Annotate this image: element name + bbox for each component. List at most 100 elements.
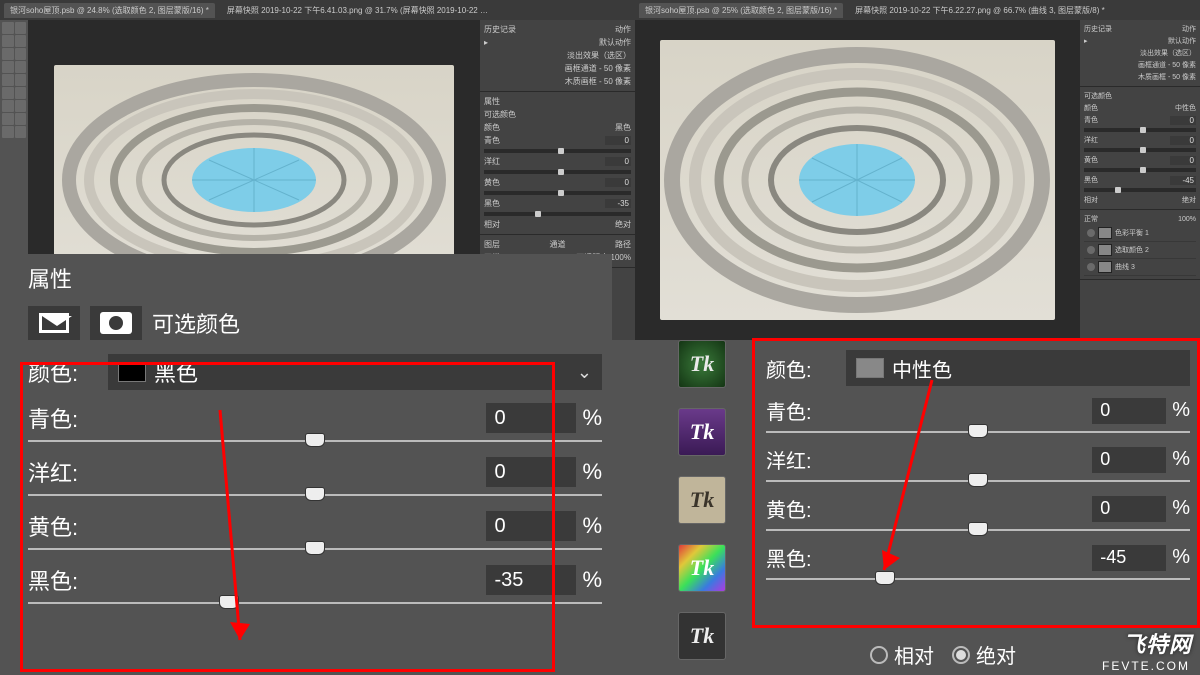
slider-value[interactable] bbox=[605, 136, 631, 145]
panel-tab[interactable]: 历史记录 bbox=[484, 24, 516, 35]
slider-thumb[interactable] bbox=[875, 571, 895, 585]
dropdown[interactable]: 黑色 bbox=[615, 122, 631, 133]
slider-track[interactable] bbox=[766, 529, 1190, 531]
slider-input[interactable] bbox=[1092, 447, 1166, 473]
slider-track[interactable] bbox=[766, 480, 1190, 482]
tool-icon[interactable] bbox=[2, 35, 14, 47]
action-item[interactable]: 默认动作 bbox=[1168, 36, 1196, 46]
slider-input[interactable] bbox=[486, 403, 576, 433]
slider-cyan: 青色: % bbox=[756, 394, 1200, 443]
tool-icon[interactable] bbox=[15, 87, 27, 99]
slider-track[interactable] bbox=[766, 578, 1190, 580]
action-item[interactable]: 木质画框 - 50 像素 bbox=[565, 76, 631, 87]
radio-option[interactable]: 相对 bbox=[484, 219, 500, 230]
dropdown[interactable]: 中性色 bbox=[1175, 103, 1196, 113]
tool-icon[interactable] bbox=[2, 61, 14, 73]
tool-icon[interactable] bbox=[15, 113, 27, 125]
tk-icon[interactable]: Tk bbox=[678, 612, 726, 660]
panel-tab[interactable]: 属性 bbox=[484, 96, 500, 107]
method-radios: 相对 绝对 bbox=[870, 640, 1016, 669]
adjustment-name: 可选颜色 bbox=[152, 307, 240, 339]
slider-thumb[interactable] bbox=[219, 595, 239, 609]
tool-icon[interactable] bbox=[2, 126, 14, 138]
action-item[interactable]: 木质画框 - 50 像素 bbox=[1138, 72, 1196, 82]
tk-icon[interactable]: Tk bbox=[678, 408, 726, 456]
slider-track[interactable] bbox=[766, 431, 1190, 433]
slider-input[interactable] bbox=[486, 565, 576, 595]
mask-icon[interactable] bbox=[90, 306, 142, 340]
tool-icon[interactable] bbox=[15, 126, 27, 138]
slider-track[interactable] bbox=[28, 548, 602, 550]
action-item[interactable]: 默认动作 bbox=[599, 37, 631, 48]
dropdown-value: 黑色 bbox=[154, 356, 198, 388]
slider-label: 黑色 bbox=[484, 198, 500, 209]
panel-tab[interactable]: 通道 bbox=[550, 239, 566, 250]
slider-thumb[interactable] bbox=[305, 433, 325, 447]
action-item[interactable]: 淡出效果（选区） bbox=[567, 50, 631, 61]
tk-icon[interactable]: Tk bbox=[678, 476, 726, 524]
tool-icon[interactable] bbox=[15, 74, 27, 86]
radio-option[interactable]: 绝对 bbox=[615, 219, 631, 230]
layer[interactable]: 曲线 3 bbox=[1115, 262, 1135, 272]
colors-dropdown[interactable]: 黑色 ⌄ bbox=[108, 354, 602, 390]
swatch-icon bbox=[856, 358, 884, 378]
radio-relative[interactable]: 相对 bbox=[870, 640, 934, 669]
slider-input[interactable] bbox=[1092, 398, 1166, 424]
slider-track[interactable] bbox=[28, 602, 602, 604]
slider-thumb[interactable] bbox=[968, 424, 988, 438]
properties-panel-right: 颜色: 中性色 青色: % 洋红: % 黄色: % 黑色: % bbox=[756, 342, 1200, 658]
panel-tab[interactable]: 历史记录 bbox=[1084, 24, 1112, 34]
document-tab[interactable]: 银河soho屋顶.psb @ 25% (选取颜色 2, 图层蒙版/16) * bbox=[639, 3, 843, 18]
slider-input[interactable] bbox=[486, 511, 576, 541]
layer[interactable]: 选取颜色 2 bbox=[1115, 245, 1149, 255]
slider-value[interactable] bbox=[605, 157, 631, 166]
slider-label: 黄色 bbox=[484, 177, 500, 188]
canvas[interactable] bbox=[635, 20, 1080, 340]
panel-tab[interactable]: 动作 bbox=[1182, 24, 1196, 34]
panel-tab[interactable]: 图层 bbox=[484, 239, 500, 250]
slider-value[interactable] bbox=[605, 178, 631, 187]
tool-icon[interactable] bbox=[2, 22, 14, 34]
tool-icon[interactable] bbox=[2, 100, 14, 112]
tool-icon[interactable] bbox=[2, 87, 14, 99]
tool-icon[interactable] bbox=[15, 48, 27, 60]
slider-cyan: 青色: % bbox=[18, 398, 612, 452]
action-item[interactable]: 淡出效果（选区） bbox=[1140, 48, 1196, 58]
radio-absolute[interactable]: 绝对 bbox=[952, 640, 1016, 669]
action-item[interactable]: 画框通道 - 50 像素 bbox=[1138, 60, 1196, 70]
tk-icon[interactable]: Tk bbox=[678, 544, 726, 592]
slider-label: 洋红 bbox=[484, 156, 500, 167]
panel-tab[interactable]: 动作 bbox=[615, 24, 631, 35]
slider-input[interactable] bbox=[1092, 496, 1166, 522]
slider-yellow: 黄色: % bbox=[18, 506, 612, 560]
slider-input[interactable] bbox=[1092, 545, 1166, 571]
slider-thumb[interactable] bbox=[305, 487, 325, 501]
tool-icon[interactable] bbox=[15, 35, 27, 47]
tool-icon[interactable] bbox=[2, 48, 14, 60]
chevron-down-icon: ⌄ bbox=[577, 362, 592, 383]
tool-icon[interactable] bbox=[15, 22, 27, 34]
panel-tab[interactable]: 路径 bbox=[615, 239, 631, 250]
tool-icon[interactable] bbox=[2, 113, 14, 125]
slider-thumb[interactable] bbox=[968, 473, 988, 487]
layer[interactable]: 色彩平衡 1 bbox=[1115, 228, 1149, 238]
slider-thumb[interactable] bbox=[305, 541, 325, 555]
slider-input[interactable] bbox=[486, 457, 576, 487]
tk-icon[interactable]: Tk bbox=[678, 340, 726, 388]
document-tab[interactable]: 银河soho屋顶.psb @ 24.8% (选取颜色 2, 图层蒙版/16) * bbox=[4, 3, 215, 18]
radio-icon bbox=[952, 646, 970, 664]
slider-thumb[interactable] bbox=[968, 522, 988, 536]
document-tab[interactable]: 屏幕快照 2019-10-22 下午6.41.03.png @ 31.7% (屏… bbox=[221, 3, 501, 18]
action-item[interactable]: 画框通道 - 50 像素 bbox=[565, 63, 631, 74]
slider-track[interactable] bbox=[28, 440, 602, 442]
tool-icon[interactable] bbox=[15, 100, 27, 112]
document-tab[interactable]: 屏幕快照 2019-10-22 下午6.22.27.png @ 66.7% (曲… bbox=[849, 3, 1111, 18]
label: 颜色 bbox=[1084, 103, 1098, 113]
slider-yellow: 黄色: % bbox=[756, 492, 1200, 541]
slider-value[interactable] bbox=[605, 199, 631, 208]
tool-icon[interactable] bbox=[2, 74, 14, 86]
colors-dropdown[interactable]: 中性色 bbox=[846, 350, 1190, 386]
slider-track[interactable] bbox=[28, 494, 602, 496]
tool-icon[interactable] bbox=[15, 61, 27, 73]
adjustment-icon[interactable] bbox=[28, 306, 80, 340]
